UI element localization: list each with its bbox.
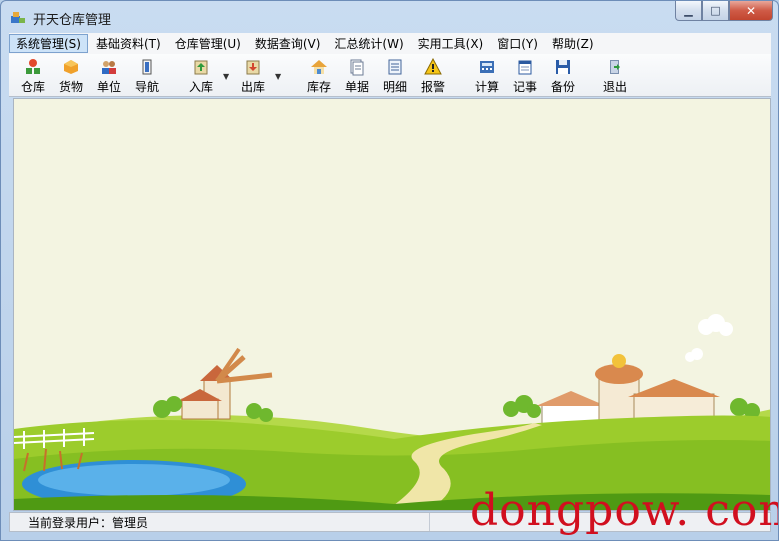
inventory-house-icon — [311, 60, 327, 74]
toolbar-label: 出库 — [241, 80, 266, 94]
toolbar-stock-in-button[interactable]: 入库 — [189, 56, 213, 96]
toolbar-label: 单位 — [97, 80, 122, 94]
toolbar-label: 备份 — [551, 80, 576, 94]
toolbar-navigation-button[interactable]: 导航 — [135, 56, 159, 96]
mdi-client-area — [13, 98, 771, 511]
title-bar[interactable]: 开天仓库管理 ▁ □ ✕ — [1, 1, 778, 32]
window-title: 开天仓库管理 — [33, 13, 112, 28]
menu-statistics[interactable]: 汇总统计(W) — [328, 34, 409, 53]
menu-help[interactable]: 帮助(Z) — [546, 34, 600, 53]
menu-window[interactable]: 窗口(Y) — [491, 34, 544, 53]
toolbar-label: 单据 — [345, 80, 370, 94]
warehouse-icon — [26, 59, 40, 74]
menu-system[interactable]: 系统管理(S) — [9, 34, 88, 53]
toolbar-label: 入库 — [189, 80, 214, 94]
toolbar-label: 明细 — [383, 80, 408, 94]
menu-tools[interactable]: 实用工具(X) — [412, 34, 490, 53]
countryside-wallpaper — [14, 99, 770, 510]
toolbar-label: 退出 — [603, 80, 628, 94]
toolbar-stock-out-button[interactable]: 出库 — [241, 56, 265, 96]
close-button[interactable]: ✕ — [729, 1, 773, 21]
calculator-icon — [480, 61, 494, 73]
site-watermark: dongpow. com — [470, 485, 779, 536]
toolbar-goods-button[interactable]: 货物 — [59, 56, 83, 96]
stock-out-dropdown-arrow[interactable]: ▼ — [275, 72, 281, 81]
app-warehouse-icon — [11, 12, 25, 23]
menu-warehouse[interactable]: 仓库管理(U) — [169, 34, 247, 53]
toolbar-exit-button[interactable]: 退出 — [603, 56, 627, 96]
menu-query[interactable]: 数据查询(V) — [249, 34, 327, 53]
detail-list-icon — [388, 59, 402, 75]
minimize-button[interactable]: ▁ — [675, 1, 702, 21]
toolbar-label: 报警 — [421, 80, 446, 94]
documents-icon — [350, 59, 364, 76]
people-icon — [102, 61, 116, 74]
toolbar-label: 库存 — [307, 80, 332, 94]
floppy-disk-icon — [556, 60, 570, 74]
maximize-button[interactable]: □ — [702, 1, 729, 21]
stock-out-icon — [246, 60, 260, 75]
toolbar-unit-button[interactable]: 单位 — [97, 56, 121, 96]
window-controls: ▁ □ ✕ — [675, 1, 773, 22]
toolbar-label: 导航 — [135, 80, 160, 94]
navigation-icon — [142, 59, 152, 75]
notepad-icon — [518, 60, 532, 75]
toolbar-label: 记事 — [513, 80, 538, 94]
toolbar-warehouse-button[interactable]: 仓库 — [21, 56, 45, 96]
toolbar-calculator-button[interactable]: 计算 — [475, 56, 499, 96]
toolbar-details-button[interactable]: 明细 — [383, 56, 407, 96]
toolbar-label: 仓库 — [21, 80, 46, 94]
toolbar-inventory-button[interactable]: 库存 — [307, 56, 331, 96]
toolbar-label: 货物 — [59, 80, 84, 94]
main-window: 开天仓库管理 ▁ □ ✕ 系统管理(S) 基础资料(T) 仓库管理(U) 数据查… — [0, 0, 779, 541]
menu-bar: 系统管理(S) 基础资料(T) 仓库管理(U) 数据查询(V) 汇总统计(W) … — [9, 33, 771, 54]
stock-in-icon — [194, 60, 208, 75]
warning-icon — [424, 58, 442, 75]
menu-basic-data[interactable]: 基础资料(T) — [90, 34, 167, 53]
exit-door-icon — [610, 60, 620, 74]
toolbar-notepad-button[interactable]: 记事 — [513, 56, 537, 96]
toolbar-backup-button[interactable]: 备份 — [551, 56, 575, 96]
toolbar-label: 计算 — [475, 80, 500, 94]
goods-box-icon — [64, 60, 78, 74]
toolbar: 仓库 货物 单位 导航 入库 ▼ 出库 ▼ 库存 单据 明细 报警 计算 记事 … — [9, 54, 771, 97]
status-current-user: 当前登录用户：管理员 — [10, 513, 430, 531]
toolbar-alarm-button[interactable]: 报警 — [421, 56, 445, 96]
stock-in-dropdown-arrow[interactable]: ▼ — [223, 72, 229, 81]
toolbar-documents-button[interactable]: 单据 — [345, 56, 369, 96]
